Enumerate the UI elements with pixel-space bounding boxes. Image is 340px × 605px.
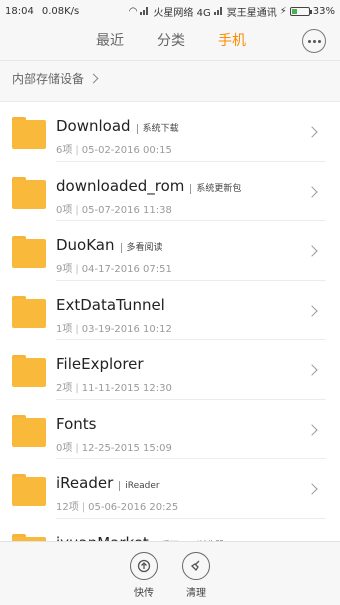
carrier-secondary: 冥王星通讯 [226,7,277,19]
file-name-line: ExtDataTunnel [56,296,165,314]
tab-phone[interactable]: 手机 [218,22,246,60]
share-label: 快传 [134,588,154,599]
file-description: 系统下载 [136,124,179,134]
chevron-right-icon [306,304,318,317]
file-meta: 0项 | 12-25-2015 15:09 [56,442,172,454]
file-row[interactable]: downloaded_rom 系统更新包 0项 | 05-07-2016 11:38 [0,162,340,222]
more-options-button[interactable] [302,29,326,53]
file-name: Fonts [56,414,97,433]
file-name-line: Download 系统下载 [56,117,179,135]
file-name: DuoKan [56,236,115,254]
broom-icon [182,552,210,580]
item-count: 2项 [56,383,73,394]
file-meta: 9项 | 04-17-2016 07:51 [56,264,172,275]
item-count: 1项 [56,323,73,335]
file-row[interactable]: Download 系统下载 6项 | 05-02-2016 00:15 [0,102,340,162]
file-row[interactable]: ExtDataTunnel 1项 | 03-19-2016 10:12 [0,281,340,341]
clean-button[interactable]: 清理 [176,552,216,599]
file-row[interactable]: Fonts 0项 | 12-25-2015 15:09 [0,400,340,460]
file-name-line: FileExplorer [56,355,144,373]
tab-bar: 最近 分类 手机 [0,22,340,61]
bottom-toolbar: 快传 清理 [0,541,340,605]
modified-date: 03-19-2016 10:12 [81,323,172,335]
signal-icon [140,7,150,15]
item-count: 12项 [56,502,79,513]
modified-date: 05-07-2016 11:38 [81,204,172,216]
share-button[interactable]: 快传 [124,552,164,599]
breadcrumb[interactable]: 内部存储设备 [12,70,99,87]
file-name-line: DuoKan 多看阅读 [56,236,163,254]
carrier-primary: 火星网络 4G [153,7,211,19]
folder-icon [12,176,46,209]
status-time: 18:04 [5,5,34,17]
modified-date: 12-25-2015 15:09 [81,442,172,454]
chevron-right-icon [306,483,318,495]
more-dot-icon [307,39,311,43]
wifi-icon: ◠ [128,5,138,17]
folder-icon [12,295,46,328]
folder-icon [12,236,46,268]
item-count: 9项 [56,264,73,275]
item-count: 0项 [56,204,73,216]
file-row[interactable]: iyuanMarket爱玩WiFi浏览器 [0,519,340,542]
status-bar: 18:04 0.08K/s ◠ 火星网络 4G 冥王星通讯 ⚡ 33% [0,0,340,22]
upload-icon [130,552,158,580]
item-count: 6项 [56,145,73,156]
file-meta: 1项 | 03-19-2016 10:12 [56,323,172,335]
network-speed: 0.08K/s [41,5,80,17]
charging-icon: ⚡ [279,5,287,17]
tab-recent[interactable]: 最近 [96,22,124,60]
file-description: 多看阅读 [120,243,163,253]
modified-date: 11-11-2015 12:30 [81,383,172,394]
signal-icon-secondary [213,7,224,15]
more-dot-icon [317,39,321,43]
file-list[interactable]: Download 系统下载 6项 | 05-02-2016 00:15 downloade… [0,101,340,542]
folder-icon [12,117,46,149]
item-count: 0项 [56,442,73,454]
file-meta: 6项 | 05-02-2016 00:15 [56,145,172,156]
file-name: downloaded_rom [56,176,185,195]
folder-icon [12,355,46,387]
file-name-line: Fonts [56,415,96,433]
file-name: iReader [56,474,114,492]
file-row[interactable]: DuoKan 多看阅读 9项 | 04-17-2016 07:51 [0,221,340,281]
file-meta: 12项 | 05-06-2016 20:25 [56,502,179,513]
folder-icon [12,474,46,506]
chevron-right-icon [306,126,318,138]
file-row[interactable]: iReader iReader 12项 | 05-06-2016 20:25 [0,459,340,519]
folder-icon [12,414,46,447]
file-meta: 2项 | 11-11-2015 12:30 [56,383,172,394]
clean-label: 清理 [186,588,206,599]
chevron-right-icon [88,73,99,84]
chevron-right-icon [306,423,318,436]
file-row[interactable]: FileExplorer 2项 | 11-11-2015 12:30 [0,340,340,400]
file-name: Download [56,117,131,135]
file-description: iReader [119,481,160,491]
tab-category[interactable]: 分类 [157,22,185,60]
file-name-line: downloaded_rom 系统更新包 [56,177,241,195]
file-name: FileExplorer [56,355,144,373]
chevron-right-icon [306,245,318,257]
file-name-line: iReader iReader [56,474,160,492]
chevron-right-icon [306,185,318,198]
file-name: ExtDataTunnel [56,295,165,314]
battery-icon [289,6,312,16]
file-meta: 0项 | 05-07-2016 11:38 [56,204,172,216]
modified-date: 05-02-2016 00:15 [81,145,172,156]
breadcrumb-label: 内部存储设备 [12,72,85,86]
battery-percent: 33% [312,5,335,17]
chevron-right-icon [306,364,318,376]
modified-date: 04-17-2016 07:51 [81,264,172,275]
more-dot-icon [312,39,316,43]
modified-date: 05-06-2016 20:25 [88,502,179,513]
file-description: 系统更新包 [190,183,241,194]
